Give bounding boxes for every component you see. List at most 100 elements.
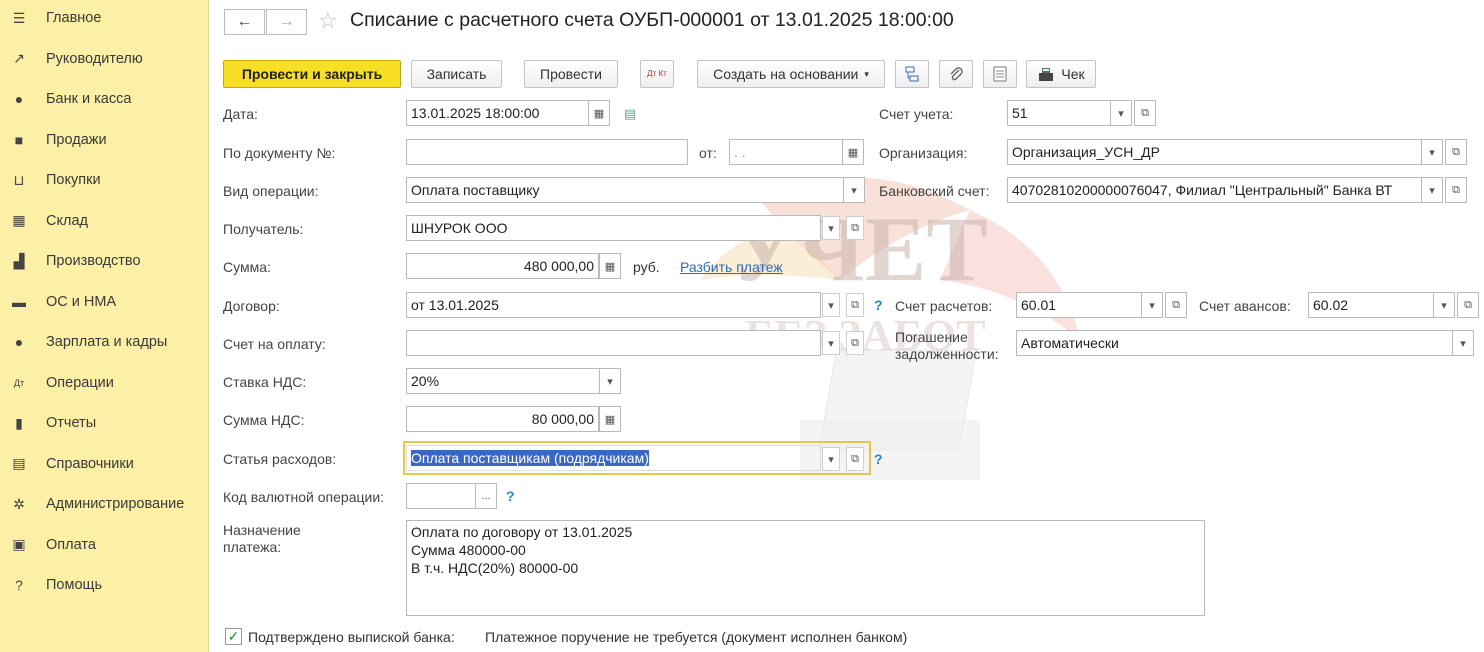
expense-open-button[interactable]: ⧉	[846, 447, 864, 471]
optype-dropdown[interactable]: ▾	[843, 177, 865, 203]
calculator-icon: ▦	[604, 413, 616, 426]
advance-account-label: Счет авансов:	[1199, 298, 1291, 314]
open-icon: ⧉	[851, 221, 859, 234]
structure-button[interactable]	[895, 60, 929, 88]
sidebar-item[interactable]: ☰ Главное	[0, 0, 209, 38]
sidebar-item[interactable]: ▟ Производство	[0, 241, 209, 281]
dt-kt-icon: Дт Кт	[647, 69, 667, 78]
report-button[interactable]	[983, 60, 1017, 88]
from-calendar-button[interactable]: ▦	[842, 139, 864, 165]
dt-kt-button[interactable]: Дт Кт	[640, 60, 674, 88]
invoice-dropdown[interactable]: ▾	[822, 331, 840, 355]
advance-account-dropdown[interactable]: ▾	[1433, 292, 1455, 318]
split-payment-link[interactable]: Разбить платеж	[680, 259, 783, 275]
sidebar-item[interactable]: ▮ Отчеты	[0, 403, 209, 443]
contract-open-button[interactable]: ⧉	[846, 293, 864, 317]
gear-icon: ✲	[13, 495, 25, 512]
settlement-account-dropdown[interactable]: ▾	[1141, 292, 1163, 318]
settlement-account-open-button[interactable]: ⧉	[1165, 292, 1187, 318]
sidebar-item[interactable]: ⊔ Покупки	[0, 160, 209, 200]
sidebar-item[interactable]: ? Помощь	[0, 565, 209, 605]
invoice-field[interactable]	[406, 330, 821, 356]
calendar-button[interactable]: ▦	[588, 100, 610, 126]
chevron-down-icon: ▾	[1118, 107, 1124, 120]
expense-dropdown[interactable]: ▾	[822, 447, 840, 471]
advance-account-field[interactable]: 60.02	[1308, 292, 1434, 318]
account-field[interactable]: 51	[1007, 100, 1111, 126]
vat-rate-field[interactable]: 20%	[406, 368, 600, 394]
sidebar-item[interactable]: ■ Продажи	[0, 120, 209, 160]
create-based-on-button[interactable]: Создать на основании ▾	[697, 60, 885, 88]
receipt-button[interactable]: Чек	[1026, 60, 1096, 88]
recipient-dropdown[interactable]: ▾	[822, 216, 840, 240]
chevron-down-icon: ▾	[851, 184, 857, 197]
invoice-open-button[interactable]: ⧉	[846, 331, 864, 355]
account-dropdown[interactable]: ▾	[1110, 100, 1132, 126]
org-open-button[interactable]: ⧉	[1445, 139, 1467, 165]
sidebar-item[interactable]: ● Банк и касса	[0, 79, 209, 119]
forward-button[interactable]: →	[266, 9, 307, 35]
chevron-down-icon: ▾	[828, 299, 834, 312]
bank-account-field[interactable]: 40702810200000076047, Филиал "Центральны…	[1007, 177, 1422, 203]
post-button[interactable]: Провести	[524, 60, 618, 88]
expense-help-icon[interactable]: ?	[874, 451, 883, 467]
vat-sum-field[interactable]: 80 000,00	[406, 406, 599, 432]
repayment-field[interactable]: Автоматически	[1016, 330, 1453, 356]
from-date-field[interactable]: . .	[729, 139, 843, 165]
account-label: Счет учета:	[879, 106, 954, 122]
currency-op-field[interactable]	[406, 483, 476, 509]
contract-help-icon[interactable]: ?	[874, 297, 883, 313]
chevron-down-icon: ▾	[1429, 146, 1435, 159]
bank-confirmed-checkbox[interactable]: ✓	[225, 628, 242, 645]
bank-account-dropdown[interactable]: ▾	[1421, 177, 1443, 203]
attach-button[interactable]	[939, 60, 973, 88]
dropdown-arrow-icon: ▾	[864, 68, 869, 79]
invoice-label: Счет на оплату:	[223, 336, 326, 352]
recipient-field[interactable]: ШНУРОК ООО	[406, 215, 821, 241]
open-icon: ⧉	[1452, 183, 1460, 196]
post-and-close-button[interactable]: Провести и закрыть	[223, 60, 401, 88]
contract-label: Договор:	[223, 298, 280, 314]
schedule-icon[interactable]: ▤	[624, 106, 636, 122]
recipient-open-button[interactable]: ⧉	[846, 216, 864, 240]
sidebar-item[interactable]: ● Зарплата и кадры	[0, 322, 209, 362]
bank-account-open-button[interactable]: ⧉	[1445, 177, 1467, 203]
sidebar-item[interactable]: ▤ Справочники	[0, 444, 209, 484]
bank-account-label: Банковский счет:	[879, 183, 990, 199]
org-dropdown[interactable]: ▾	[1421, 139, 1443, 165]
date-field[interactable]: 13.01.2025 18:00:00	[406, 100, 589, 126]
bag-icon: ■	[14, 131, 24, 148]
star-icon[interactable]: ☆	[318, 8, 338, 34]
account-open-button[interactable]: ⧉	[1134, 100, 1156, 126]
currency-op-help-icon[interactable]: ?	[506, 488, 515, 504]
expense-label: Статья расходов:	[223, 451, 337, 467]
save-button[interactable]: Записать	[411, 60, 502, 88]
currency-op-select-button[interactable]: ...	[475, 483, 497, 509]
sidebar-item[interactable]: Дт Операции	[0, 363, 209, 403]
open-icon: ⧉	[1452, 145, 1460, 158]
sidebar-item[interactable]: ▣ Оплата	[0, 525, 209, 565]
settlement-account-field[interactable]: 60.01	[1016, 292, 1142, 318]
sidebar-item[interactable]: ↗ Руководителю	[0, 39, 209, 79]
back-button[interactable]: ←	[224, 9, 265, 35]
chevron-down-icon: ▾	[1429, 184, 1435, 197]
vat-calculator-button[interactable]: ▦	[599, 406, 621, 432]
docnum-field[interactable]	[406, 139, 688, 165]
sidebar-item[interactable]: ▦ Склад	[0, 201, 209, 241]
optype-field[interactable]: Оплата поставщику	[406, 177, 844, 203]
contract-dropdown[interactable]: ▾	[822, 293, 840, 317]
vat-rate-dropdown[interactable]: ▾	[599, 368, 621, 394]
sum-field[interactable]: 480 000,00	[406, 253, 599, 279]
chevron-down-icon: ▾	[828, 453, 834, 466]
trend-icon: ↗	[13, 50, 25, 66]
org-field[interactable]: Организация_УСН_ДР	[1007, 139, 1422, 165]
sidebar-item[interactable]: ✲ Администрирование	[0, 484, 209, 524]
purpose-field[interactable]	[406, 520, 1205, 616]
expense-field[interactable]: Оплата поставщикам (подрядчикам)	[406, 445, 821, 471]
sidebar-item[interactable]: ▬ ОС и НМА	[0, 282, 209, 322]
repayment-dropdown[interactable]: ▾	[1452, 330, 1474, 356]
contract-field[interactable]: от 13.01.2025	[406, 292, 821, 318]
advance-account-open-button[interactable]: ⧉	[1457, 292, 1479, 318]
calculator-button[interactable]: ▦	[599, 253, 621, 279]
calendar-icon: ▦	[847, 146, 859, 159]
